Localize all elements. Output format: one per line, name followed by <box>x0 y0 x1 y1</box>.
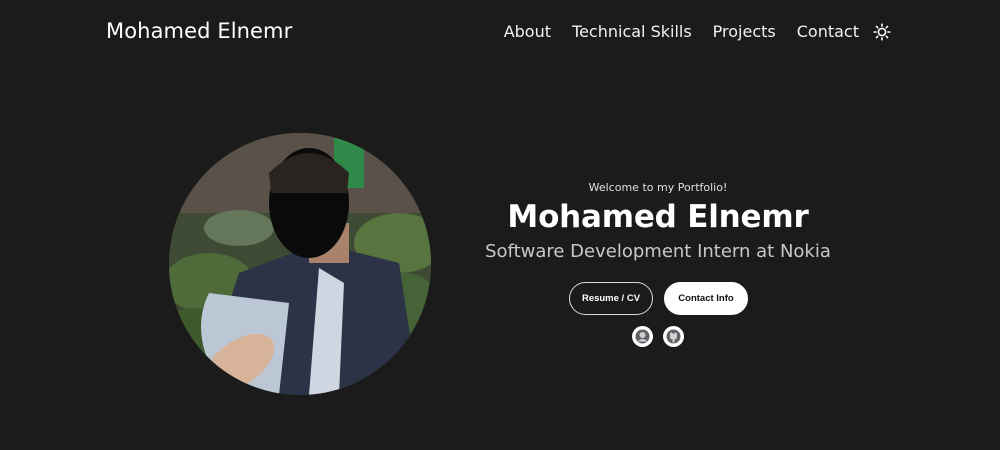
site-header: Mohamed Elnemr About Technical Skills Pr… <box>0 0 1000 64</box>
hero-buttons: Resume / CV Contact Info <box>569 282 748 315</box>
nav-link-technical-skills[interactable]: Technical Skills <box>572 22 692 41</box>
hero-section: Welcome to my Portfolio! Mohamed Elnemr … <box>470 178 846 262</box>
hero-name: Mohamed Elnemr <box>507 199 809 235</box>
nav-link-about[interactable]: About <box>504 22 551 41</box>
nav-link-contact[interactable]: Contact <box>797 22 859 41</box>
welcome-text: Welcome to my Portfolio! <box>588 181 728 194</box>
social-links <box>632 326 684 347</box>
nav-menu: About Technical Skills Projects Contact <box>504 22 859 41</box>
hero-role: Software Development Intern at Nokia <box>485 241 831 262</box>
github-icon[interactable] <box>663 326 684 347</box>
contact-info-button[interactable]: Contact Info <box>664 282 748 315</box>
nav-link-projects[interactable]: Projects <box>713 22 776 41</box>
resume-button[interactable]: Resume / CV <box>569 282 653 315</box>
site-logo[interactable]: Mohamed Elnemr <box>106 19 292 43</box>
profile-photo <box>169 133 431 395</box>
sun-icon[interactable] <box>873 23 891 41</box>
linkedin-icon[interactable] <box>632 326 653 347</box>
